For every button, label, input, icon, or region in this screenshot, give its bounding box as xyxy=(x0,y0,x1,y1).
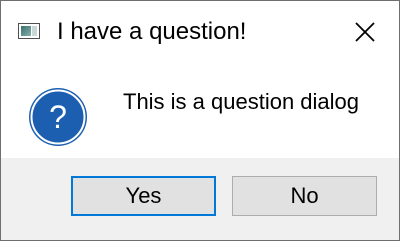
close-button[interactable] xyxy=(341,13,387,51)
close-icon xyxy=(355,22,375,42)
question-dialog: I have a question! ? This is a question … xyxy=(0,0,400,241)
button-bar: Yes No xyxy=(1,158,399,240)
no-button[interactable]: No xyxy=(232,176,377,216)
question-icon: ? xyxy=(29,88,87,146)
title-bar[interactable]: I have a question! xyxy=(1,1,399,61)
question-glyph: ? xyxy=(49,99,67,135)
app-icon-pane-secondary xyxy=(32,26,37,36)
window-title: I have a question! xyxy=(57,18,247,45)
dialog-message: This is a question dialog xyxy=(123,89,360,114)
window-app-icon xyxy=(18,23,40,39)
dialog-content: ? This is a question dialog xyxy=(1,61,399,158)
app-icon-pane xyxy=(21,26,31,36)
yes-button[interactable]: Yes xyxy=(71,176,216,216)
